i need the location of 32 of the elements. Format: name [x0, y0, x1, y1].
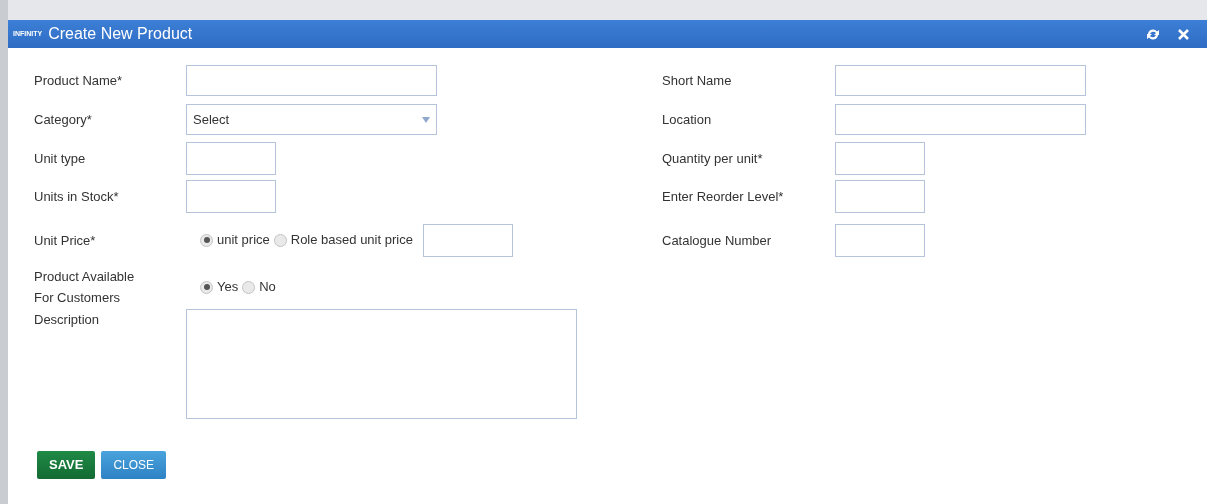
radio-option[interactable]: No — [242, 277, 276, 297]
category-dropdown[interactable]: Select — [186, 104, 437, 135]
description-field[interactable] — [186, 309, 577, 419]
input-field[interactable] — [835, 64, 1086, 96]
input-field[interactable] — [422, 223, 513, 257]
radio-option[interactable]: Role based unit price — [273, 230, 413, 250]
field-label: Product Available For Customers — [34, 268, 136, 307]
radio-option[interactable]: Yes — [200, 277, 239, 297]
refresh-icon[interactable] — [1146, 27, 1160, 41]
save-button[interactable]: SAVE — [37, 451, 96, 479]
field-label: Units in Stock* — [34, 187, 120, 206]
radio-option[interactable]: unit price — [200, 230, 270, 250]
close-icon[interactable] — [1178, 28, 1189, 40]
dialog-title: Create New Product — [48, 24, 193, 44]
field-label: Product Name* — [34, 71, 124, 90]
input-field[interactable] — [835, 104, 1086, 135]
field-label: Location — [662, 111, 713, 129]
field-label: Enter Reorder Level* — [662, 187, 785, 206]
field-label: Category* — [34, 111, 93, 129]
caret-icon — [422, 116, 430, 123]
input-field[interactable] — [835, 141, 925, 175]
field-label: Unit type — [34, 149, 87, 168]
input-field[interactable] — [186, 179, 276, 213]
field-label: Unit Price* — [34, 231, 97, 250]
input-field[interactable] — [835, 223, 925, 257]
field-label: Description — [34, 311, 101, 329]
input-field[interactable] — [186, 141, 276, 175]
input-field[interactable] — [835, 179, 925, 213]
input-field[interactable] — [186, 64, 437, 96]
field-label: Quantity per unit* — [662, 149, 764, 168]
field-label: Catalogue Number — [662, 231, 773, 250]
field-label: Short Name — [662, 71, 733, 90]
